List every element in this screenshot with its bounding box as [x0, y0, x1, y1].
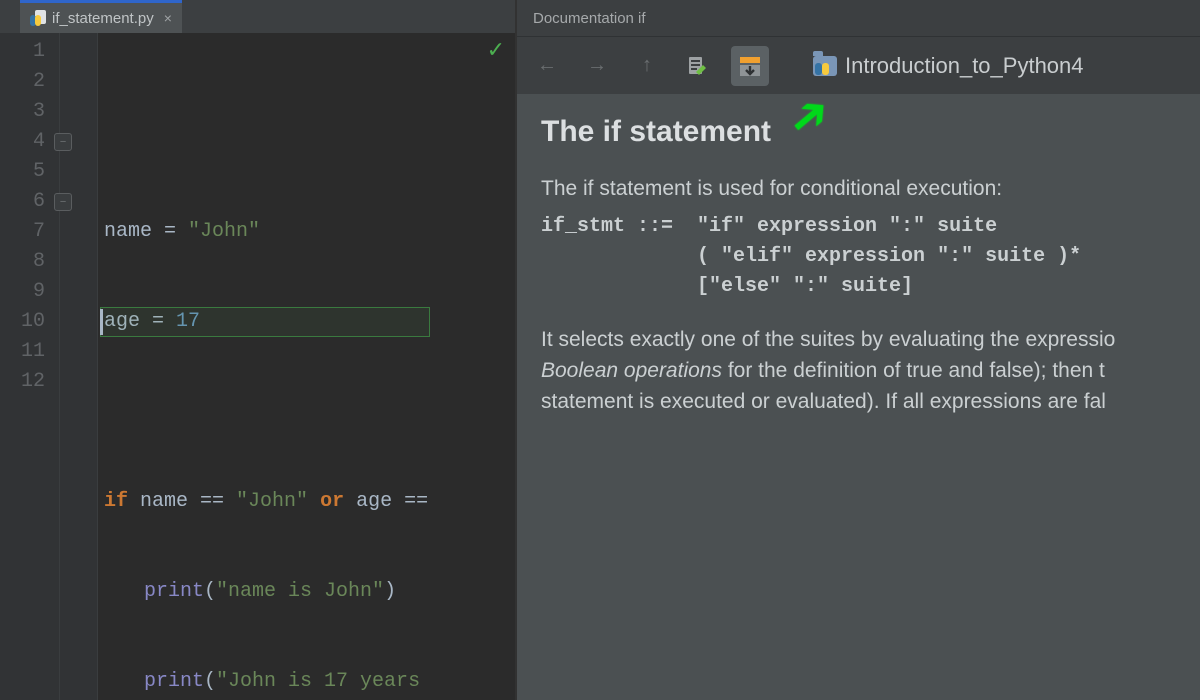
doc-grammar: if_stmt ::= "if" expression ":" suite ( … — [541, 212, 1176, 302]
code-area[interactable]: ✓ name = "John" age = 17 if name == "Joh… — [98, 33, 515, 700]
code-editor[interactable]: 1 2 3 4 5 6 7 8 9 10 11 12 − − ✓ — [0, 33, 515, 700]
doc-intro: The if statement is used for conditional… — [541, 173, 1176, 204]
python-file-icon — [30, 10, 46, 26]
fold-toggle-icon[interactable]: − — [54, 133, 72, 151]
text-caret — [100, 309, 103, 335]
up-button[interactable]: ↑ — [631, 50, 663, 82]
fold-gutter: − − — [60, 33, 98, 700]
breadcrumb-label: Introduction_to_Python4 — [845, 53, 1084, 79]
file-tab-if-statement[interactable]: if_statement.py × — [20, 0, 182, 33]
doc-breadcrumb[interactable]: Introduction_to_Python4 — [813, 53, 1084, 79]
fold-toggle-icon[interactable]: − — [54, 193, 72, 211]
forward-button[interactable]: → — [581, 50, 613, 82]
arrow-left-icon: ← — [537, 54, 557, 77]
documentation-pane: Documentation if ← → ↑ — [515, 0, 1200, 700]
inspection-ok-icon: ✓ — [487, 37, 505, 67]
doc-toolbar: ← → ↑ Introduction_to_Python4 — [517, 36, 1200, 94]
close-tab-icon[interactable]: × — [164, 10, 172, 26]
doc-heading: The if statement — [541, 116, 1176, 147]
editor-pane: if_statement.py × 1 2 3 4 5 6 7 8 9 10 1… — [0, 0, 515, 700]
arrow-right-icon: → — [587, 54, 607, 77]
arrow-up-icon: ↑ — [642, 54, 652, 77]
toggle-auto-show-doc-button[interactable] — [731, 46, 769, 86]
line-number-gutter: 1 2 3 4 5 6 7 8 9 10 11 12 — [0, 33, 60, 700]
edit-page-icon — [686, 55, 708, 77]
doc-content[interactable]: The if statement The if statement is use… — [517, 94, 1200, 700]
editor-tabbar: if_statement.py × — [0, 0, 515, 33]
doc-panel-title: Documentation if — [517, 0, 1200, 36]
project-folder-icon — [813, 56, 837, 76]
docked-doc-icon — [738, 54, 762, 78]
back-button[interactable]: ← — [531, 50, 563, 82]
file-tab-label: if_statement.py — [52, 10, 154, 27]
edit-source-button[interactable] — [681, 50, 713, 82]
doc-paragraph: It selects exactly one of the suites by … — [541, 324, 1176, 417]
